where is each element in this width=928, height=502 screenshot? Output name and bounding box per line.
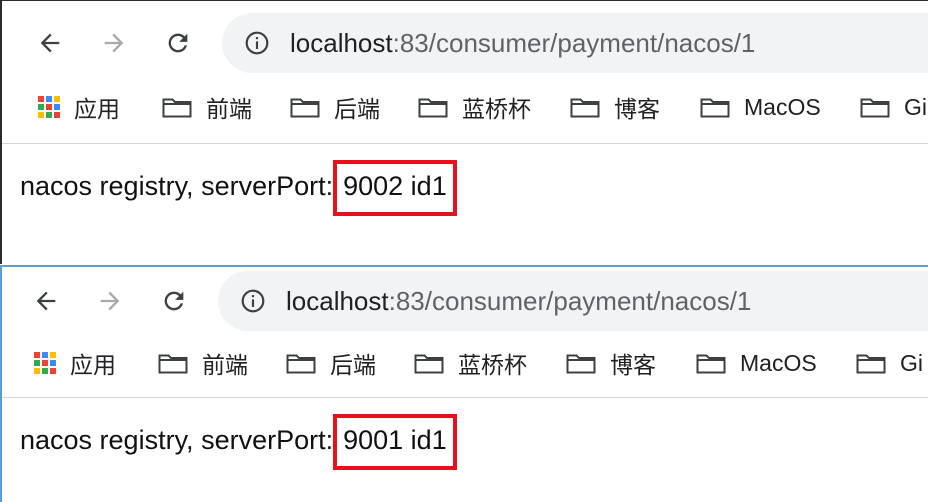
folder-icon xyxy=(696,354,726,374)
bookmark-apps[interactable]: 应用 xyxy=(34,347,116,379)
response-prefix: nacos registry, serverPort: xyxy=(20,171,334,201)
bookmark-label: 后端 xyxy=(334,96,380,122)
bookmark-label: MacOS xyxy=(744,93,821,120)
browser-toolbar: localhost:83/consumer/payment/nacos/1 xyxy=(2,267,928,339)
highlighted-result: 9002 id1 xyxy=(333,160,457,216)
url-path: :83/consumer/payment/nacos/1 xyxy=(388,286,752,316)
highlighted-result: 9001 id1 xyxy=(333,414,457,470)
bookmark-folder[interactable]: 博客 xyxy=(570,91,660,123)
info-icon[interactable] xyxy=(244,30,270,56)
browser-window-1: localhost:83/consumer/payment/nacos/1 应用… xyxy=(0,0,928,264)
bookmark-folder[interactable]: 蓝桥杯 xyxy=(414,347,527,379)
bookmark-folder[interactable]: 前端 xyxy=(158,347,248,379)
folder-icon xyxy=(570,98,600,118)
bookmarks-bar: 应用 前端 后端 蓝桥杯 博客 MacOS Gi xyxy=(2,81,928,133)
reload-icon xyxy=(168,33,188,53)
page-content: nacos registry, serverPort: 9001 id1 xyxy=(20,414,457,470)
forward-button[interactable] xyxy=(94,285,126,317)
bookmark-label: Gi xyxy=(900,349,923,376)
bookmark-label: 后端 xyxy=(330,352,376,378)
page-content: nacos registry, serverPort: 9002 id1 xyxy=(20,160,457,216)
bookmark-label: 前端 xyxy=(202,352,248,378)
folder-icon xyxy=(162,98,192,118)
bookmarks-bar: 应用 前端 后端 蓝桥杯 博客 MacOS Gi xyxy=(2,337,928,389)
toolbar-divider xyxy=(2,397,928,398)
arrow-right-icon xyxy=(104,33,124,53)
bookmark-folder[interactable]: 博客 xyxy=(566,347,656,379)
bookmark-label: Gi xyxy=(904,93,927,120)
url-text[interactable]: localhost:83/consumer/payment/nacos/1 xyxy=(290,27,755,59)
folder-icon xyxy=(290,98,320,118)
reload-button[interactable] xyxy=(158,285,190,317)
reload-button[interactable] xyxy=(162,27,194,59)
browser-toolbar: localhost:83/consumer/payment/nacos/1 xyxy=(2,9,928,81)
back-button[interactable] xyxy=(30,285,62,317)
bookmark-label: 博客 xyxy=(610,352,656,378)
arrow-left-icon xyxy=(40,33,60,53)
reload-icon xyxy=(164,291,184,311)
url-host: localhost xyxy=(286,286,389,316)
arrow-left-icon xyxy=(36,291,56,311)
bookmark-label: 蓝桥杯 xyxy=(462,96,531,122)
bookmark-folder[interactable]: 后端 xyxy=(290,91,380,123)
browser-window-2: localhost:83/consumer/payment/nacos/1 应用… xyxy=(0,265,928,502)
toolbar-divider xyxy=(2,143,928,144)
bookmark-label: 前端 xyxy=(206,96,252,122)
bookmark-label: 蓝桥杯 xyxy=(458,352,527,378)
bookmark-label: 应用 xyxy=(70,352,116,378)
bookmark-folder[interactable]: Gi xyxy=(860,91,927,123)
folder-icon xyxy=(418,98,448,118)
bookmark-folder[interactable]: MacOS xyxy=(700,91,821,123)
bookmark-folder[interactable]: MacOS xyxy=(696,347,817,379)
bookmark-apps[interactable]: 应用 xyxy=(38,91,120,123)
bookmark-label: 应用 xyxy=(74,96,120,122)
forward-button[interactable] xyxy=(98,27,130,59)
bookmark-label: MacOS xyxy=(740,349,817,376)
folder-icon xyxy=(856,354,886,374)
address-bar[interactable]: localhost:83/consumer/payment/nacos/1 xyxy=(222,13,928,73)
back-button[interactable] xyxy=(34,27,66,59)
address-bar[interactable]: localhost:83/consumer/payment/nacos/1 xyxy=(218,271,928,331)
folder-icon xyxy=(286,354,316,374)
url-host: localhost xyxy=(290,28,393,58)
bookmark-folder[interactable]: 后端 xyxy=(286,347,376,379)
bookmark-folder[interactable]: Gi xyxy=(856,347,923,379)
bookmark-folder[interactable]: 蓝桥杯 xyxy=(418,91,531,123)
response-prefix: nacos registry, serverPort: xyxy=(20,425,334,455)
apps-grid-icon xyxy=(34,352,56,374)
folder-icon xyxy=(700,98,730,118)
info-icon[interactable] xyxy=(240,288,266,314)
bookmark-folder[interactable]: 前端 xyxy=(162,91,252,123)
folder-icon xyxy=(566,354,596,374)
folder-icon xyxy=(860,98,890,118)
url-path: :83/consumer/payment/nacos/1 xyxy=(392,28,756,58)
bookmark-label: 博客 xyxy=(614,96,660,122)
arrow-right-icon xyxy=(100,291,120,311)
folder-icon xyxy=(414,354,444,374)
url-text[interactable]: localhost:83/consumer/payment/nacos/1 xyxy=(286,285,751,317)
folder-icon xyxy=(158,354,188,374)
apps-grid-icon xyxy=(38,96,60,118)
